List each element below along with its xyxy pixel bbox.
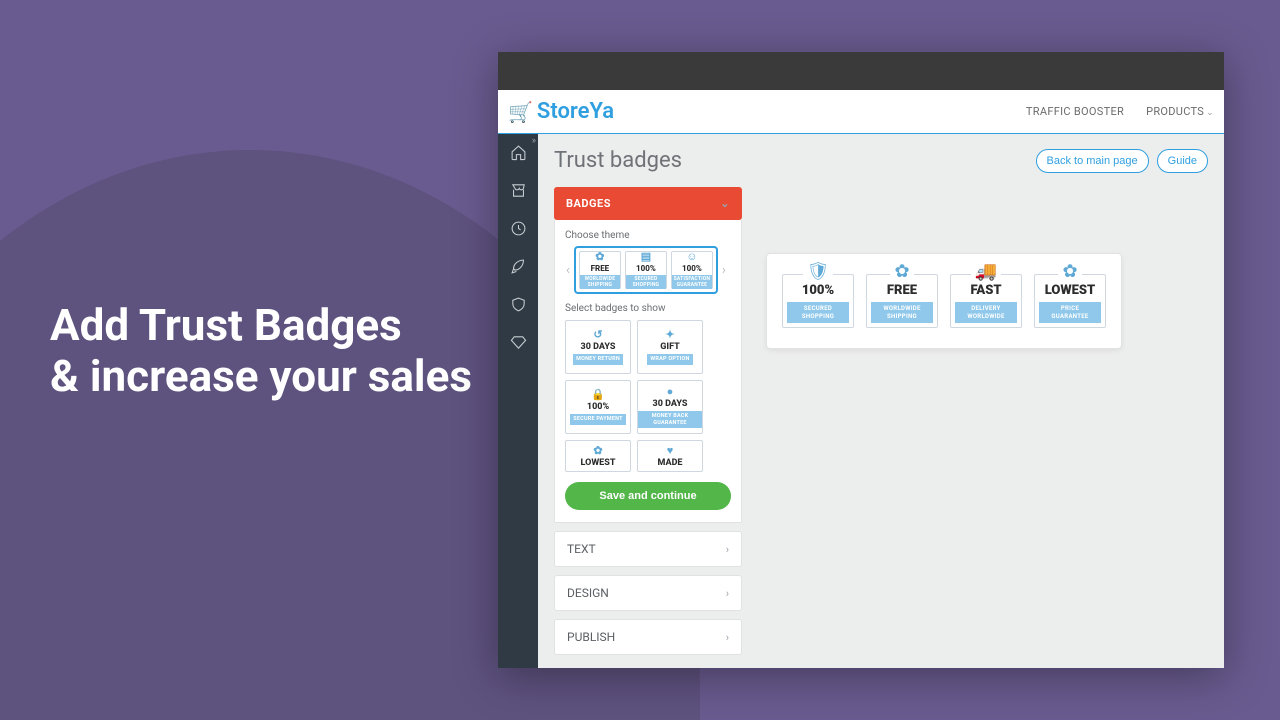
preview-column: 🛡 100% SECURED SHOPPING ✿ FREE WORLDWIDE… [766,187,1122,655]
sidebar-history[interactable] [498,218,538,238]
theme-badge: ☺ 100% SATISFACTION GUARANTEE [671,251,713,289]
brand-name: StoreYa [537,99,614,124]
chevron-right-icon [726,543,729,556]
badge-icon: 🔒 [591,389,605,400]
sidebar: » [498,134,538,668]
title-row: Trust badges Back to main page Guide [554,148,1208,173]
badge-icon: ↺ [593,329,602,340]
guide-button[interactable]: Guide [1157,149,1208,173]
badge-option[interactable]: ● 30 DAYS MONEY BACK GUARANTEE [637,380,703,434]
flower-icon: ✿ [890,263,913,281]
accordion-badges[interactable]: BADGES [554,187,742,220]
preview-badge: ✿ FREE WORLDWIDE SHIPPING [866,274,938,328]
badge-option[interactable]: ↺ 30 DAYS MONEY RETURN [565,320,631,374]
select-badges-label: Select badges to show [565,303,731,314]
choose-theme-label: Choose theme [565,230,731,241]
nav-traffic-booster[interactable]: TRAFFIC BOOSTER [1026,105,1124,118]
accordion-publish[interactable]: PUBLISH [554,619,742,655]
badge-icon: ▤ [641,251,651,262]
brand-logo[interactable]: 🛒 StoreYa [508,99,614,124]
chevron-right-icon [726,587,729,600]
app-body: 🛒 StoreYa TRAFFIC BOOSTER PRODUCTS⌄ » [498,90,1224,668]
theme-prev[interactable]: ‹ [565,263,571,278]
accordion-text[interactable]: TEXT [554,531,742,567]
badge-icon: ✦ [665,329,674,340]
topbar: 🛒 StoreYa TRAFFIC BOOSTER PRODUCTS⌄ [498,90,1224,134]
sidebar-diamond[interactable] [498,332,538,352]
theme-badge: ▤ 100% SECURED SHOPPING [625,251,667,289]
chevron-right-icon [726,631,729,644]
preview-card: 🛡 100% SECURED SHOPPING ✿ FREE WORLDWIDE… [766,253,1122,349]
sidebar-rocket[interactable] [498,256,538,276]
save-button[interactable]: Save and continue [565,482,731,510]
shield-icon: 🛡 [803,263,834,281]
badge-option[interactable]: 🔒 100% SECURE PAYMENT [565,380,631,434]
badges-panel-body: Choose theme ‹ ✿ FREE WORLDWIDE SHIPPING [554,220,742,523]
app-window: 🛒 StoreYa TRAFFIC BOOSTER PRODUCTS⌄ » [498,52,1224,668]
badge-icon: ☺ [686,251,697,262]
badge-grid: ↺ 30 DAYS MONEY RETURN ✦ GIFT WRAP OPTIO… [565,320,731,472]
badge-option[interactable]: ✿ LOWEST [565,440,631,472]
cart-icon: 🛒 [508,100,533,124]
chevron-down-icon: ⌄ [1206,108,1214,118]
truck-icon: 🚚 [971,263,1001,281]
accordion-design[interactable]: DESIGN [554,575,742,611]
page-title: Trust badges [554,148,682,173]
badge-icon: ♥ [667,445,674,456]
badge-option[interactable]: ✦ GIFT WRAP OPTION [637,320,703,374]
expand-icon[interactable]: » [532,136,536,146]
promo-headline: Add Trust Badges & increase your sales [50,300,472,401]
theme-next[interactable]: › [721,263,727,278]
theme-badge: ✿ FREE WORLDWIDE SHIPPING [579,251,621,289]
sidebar-store[interactable] [498,180,538,200]
top-nav: TRAFFIC BOOSTER PRODUCTS⌄ [1026,105,1214,118]
badge-option[interactable]: ♥ MADE [637,440,703,472]
main-body: » Trust badges Back to main page Guide [498,134,1224,668]
badge-icon: ✿ [593,445,602,456]
preview-badge: ✿ LOWEST PRICE GUARANTEE [1034,274,1106,328]
chevron-down-icon [720,197,730,210]
theme-option-selected[interactable]: ✿ FREE WORLDWIDE SHIPPING ▤ 100% SECURED… [575,247,717,293]
settings-panel: BADGES Choose theme ‹ ✿ FREE [554,187,742,655]
flower-icon: ✿ [1058,263,1081,281]
sidebar-shield[interactable] [498,294,538,314]
promo-line2: & increase your sales [50,351,472,402]
back-button[interactable]: Back to main page [1036,149,1149,173]
promo-line1: Add Trust Badges [50,300,472,351]
badge-icon: ✿ [595,251,604,262]
nav-products[interactable]: PRODUCTS⌄ [1146,105,1214,118]
content-area: Trust badges Back to main page Guide BAD… [538,134,1224,668]
badge-icon: ● [667,386,674,397]
preview-badge: 🛡 100% SECURED SHOPPING [782,274,854,328]
preview-badge: 🚚 FAST DELIVERY WORLDWIDE [950,274,1022,328]
